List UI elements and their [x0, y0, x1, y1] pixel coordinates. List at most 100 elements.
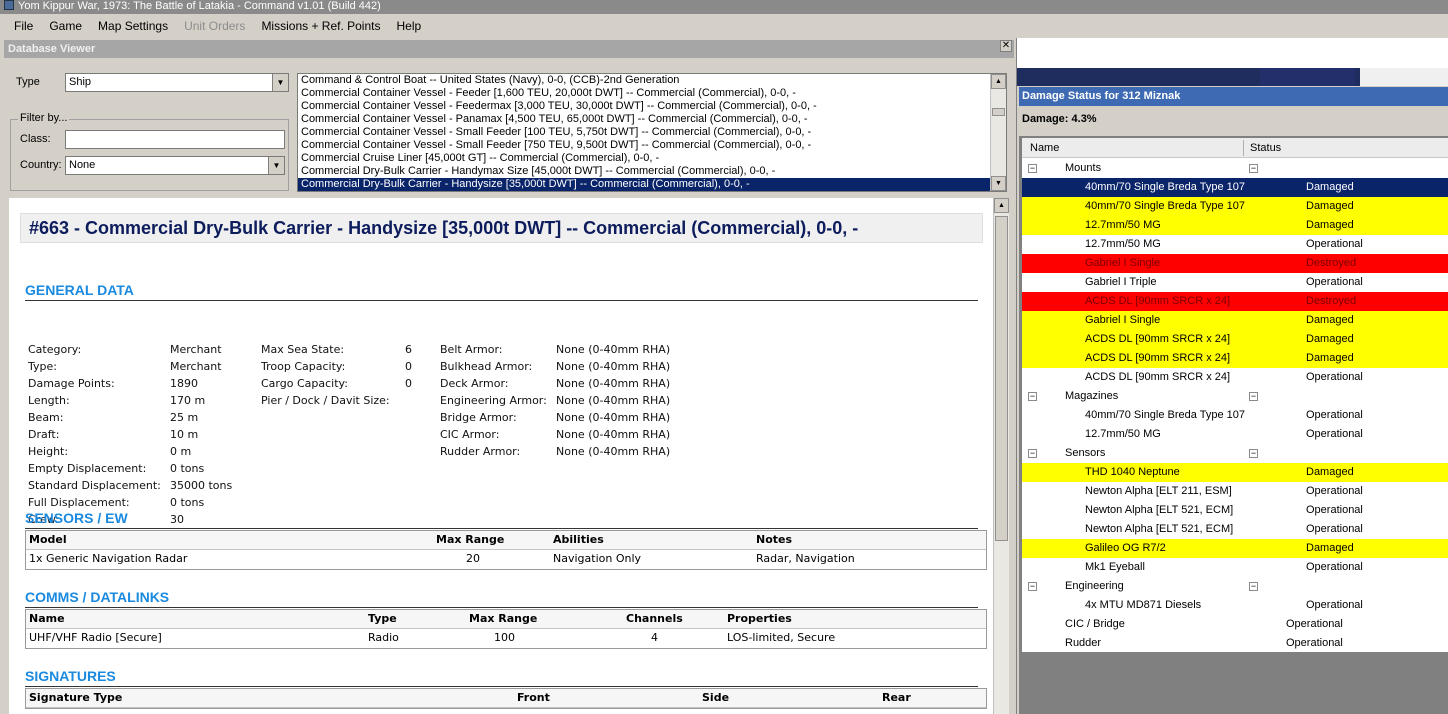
type-select-value: Ship: [69, 76, 92, 88]
tree-item[interactable]: ACDS DL [90mm SRCR x 24] Damaged: [1022, 330, 1448, 349]
scroll-thumb[interactable]: [995, 216, 1008, 541]
tree-item[interactable]: Rudder Operational: [1022, 634, 1448, 652]
tree-item[interactable]: 12.7mm/50 MG Operational: [1022, 425, 1448, 444]
list-item[interactable]: Commercial Container Vessel - Feeder [1,…: [298, 87, 992, 100]
tree-group-sensors[interactable]: − − Sensors: [1022, 444, 1448, 463]
item-status: Operational: [1306, 409, 1363, 421]
list-item[interactable]: Commercial Cruise Liner [45,000t GT] -- …: [298, 152, 992, 165]
tree-item[interactable]: ACDS DL [90mm SRCR x 24] Operational: [1022, 368, 1448, 387]
unit-type-list[interactable]: Command & Control Boat -- United States …: [297, 73, 1007, 192]
tree-item[interactable]: THD 1040 Neptune Damaged: [1022, 463, 1448, 482]
list-item[interactable]: Commercial Container Vessel - Small Feed…: [298, 126, 992, 139]
tree-item[interactable]: ACDS DL [90mm SRCR x 24] Damaged: [1022, 349, 1448, 368]
table-cell: Navigation Only: [553, 552, 642, 565]
list-item[interactable]: Commercial Container Vessel - Panamax [4…: [298, 113, 992, 126]
item-status: Operational: [1306, 238, 1363, 250]
column-header-status[interactable]: Status: [1250, 138, 1281, 158]
table-cell: Radio: [368, 631, 399, 644]
item-name: Magazines: [1065, 390, 1119, 402]
item-name: Newton Alpha [ELT 521, ECM]: [1085, 523, 1234, 535]
menu-help[interactable]: Help: [388, 19, 429, 33]
tree-item[interactable]: 12.7mm/50 MG Operational: [1022, 235, 1448, 254]
scroll-thumb[interactable]: [992, 108, 1005, 116]
field-value: 1890: [170, 377, 198, 390]
item-status: Operational: [1306, 371, 1363, 383]
field-label: Cargo Capacity:: [261, 377, 348, 390]
field-value: None (0-40mm RHA): [556, 428, 671, 441]
menu-game[interactable]: Game: [41, 19, 90, 33]
item-name: ACDS DL [90mm SRCR x 24]: [1085, 352, 1231, 364]
scroll-down-icon[interactable]: ▼: [991, 176, 1006, 191]
tree-item[interactable]: 4x MTU MD871 Diesels Operational: [1022, 596, 1448, 615]
list-item[interactable]: Commercial Container Vessel - Feedermax …: [298, 100, 992, 113]
collapse-icon[interactable]: −: [1249, 392, 1258, 401]
menu-map-settings[interactable]: Map Settings: [90, 19, 176, 33]
field-value: None (0-40mm RHA): [556, 343, 671, 356]
section-divider: [25, 300, 978, 301]
tree-item[interactable]: 40mm/70 Single Breda Type 107 Damaged: [1022, 197, 1448, 216]
tree-item[interactable]: Gabriel I Triple Operational: [1022, 273, 1448, 292]
tree-group-engineering[interactable]: − − Engineering: [1022, 577, 1448, 596]
tree-item[interactable]: Newton Alpha [ELT 521, ECM] Operational: [1022, 520, 1448, 539]
table-cell: LOS-limited, Secure: [727, 631, 836, 644]
field-label: Engineering Armor:: [440, 394, 547, 407]
collapse-icon[interactable]: −: [1028, 449, 1037, 458]
tree-item[interactable]: Newton Alpha [ELT 211, ESM] Operational: [1022, 482, 1448, 501]
table-cell: UHF/VHF Radio [Secure]: [29, 631, 162, 644]
unit-type-list-rows: Command & Control Boat -- United States …: [298, 74, 1006, 191]
item-status: Operational: [1306, 561, 1363, 573]
tree-group-magazines[interactable]: − − Magazines: [1022, 387, 1448, 406]
collapse-icon[interactable]: −: [1249, 164, 1258, 173]
tree-item[interactable]: CIC / Bridge Operational: [1022, 615, 1448, 634]
menu-file[interactable]: File: [6, 19, 41, 33]
menu-missions-ref-points[interactable]: Missions + Ref. Points: [253, 19, 388, 33]
unit-detail-document: #663 - Commercial Dry-Bulk Carrier - Han…: [9, 198, 993, 714]
scroll-up-icon[interactable]: ▲: [994, 198, 1009, 213]
country-select-value: None: [69, 159, 96, 171]
field-value: None (0-40mm RHA): [556, 360, 671, 373]
tree-item[interactable]: 40mm/70 Single Breda Type 107 Damaged: [1022, 178, 1448, 197]
tree-item[interactable]: Gabriel I Single Destroyed: [1022, 254, 1448, 273]
damage-tree[interactable]: Name Status − − Mounts 40mm/70 Single Breda…: [1022, 138, 1448, 652]
filter-label: Filter by...: [18, 112, 70, 124]
collapse-icon[interactable]: −: [1028, 392, 1037, 401]
chevron-down-icon[interactable]: ▼: [268, 157, 284, 174]
close-icon[interactable]: ✕: [1000, 40, 1012, 52]
collapse-icon[interactable]: −: [1249, 582, 1258, 591]
type-select[interactable]: Ship ▼: [65, 73, 289, 92]
tree-item[interactable]: Gabriel I Single Damaged: [1022, 311, 1448, 330]
field-label: Category:: [28, 343, 82, 356]
list-item[interactable]: Commercial Dry-Bulk Carrier - Handymax S…: [298, 165, 992, 178]
scroll-up-icon[interactable]: ▲: [991, 74, 1006, 89]
list-item[interactable]: Commercial Dry-Bulk Carrier - Handysize …: [298, 178, 992, 191]
table-row: UHF/VHF Radio [Secure] Radio 100 4 LOS-limit…: [26, 629, 986, 648]
country-select[interactable]: None ▼: [65, 156, 285, 175]
detail-scrollbar[interactable]: ▲: [993, 198, 1009, 714]
tree-item[interactable]: ACDS DL [90mm SRCR x 24] Destroyed: [1022, 292, 1448, 311]
column-header: Max Range: [436, 533, 505, 546]
list-scrollbar[interactable]: ▲ ▼: [990, 74, 1006, 191]
tree-item[interactable]: Mk1 Eyeball Operational: [1022, 558, 1448, 577]
column-header: Rear: [882, 691, 911, 704]
section-divider: [25, 686, 978, 687]
class-input[interactable]: [65, 130, 285, 149]
tree-group-mounts[interactable]: − − Mounts: [1022, 159, 1448, 178]
collapse-icon[interactable]: −: [1249, 449, 1258, 458]
list-item[interactable]: Command & Control Boat -- United States …: [298, 74, 992, 87]
item-name: Galileo OG R7/2: [1085, 542, 1166, 554]
tree-item[interactable]: 40mm/70 Single Breda Type 107 Operational: [1022, 406, 1448, 425]
column-header-name[interactable]: Name: [1030, 138, 1059, 158]
chevron-down-icon[interactable]: ▼: [272, 74, 288, 91]
item-name: Newton Alpha [ELT 521, ECM]: [1085, 504, 1234, 516]
tree-item[interactable]: Galileo OG R7/2 Damaged: [1022, 539, 1448, 558]
item-status: Operational: [1306, 523, 1363, 535]
field-value: 170 m: [170, 394, 206, 407]
tree-item[interactable]: Newton Alpha [ELT 521, ECM] Operational: [1022, 501, 1448, 520]
tree-item[interactable]: 12.7mm/50 MG Damaged: [1022, 216, 1448, 235]
collapse-icon[interactable]: −: [1028, 582, 1037, 591]
column-header: Notes: [756, 533, 793, 546]
item-status: Damaged: [1306, 200, 1354, 212]
list-item[interactable]: Commercial Container Vessel - Small Feed…: [298, 139, 992, 152]
collapse-icon[interactable]: −: [1028, 164, 1037, 173]
column-divider[interactable]: [1243, 140, 1244, 156]
